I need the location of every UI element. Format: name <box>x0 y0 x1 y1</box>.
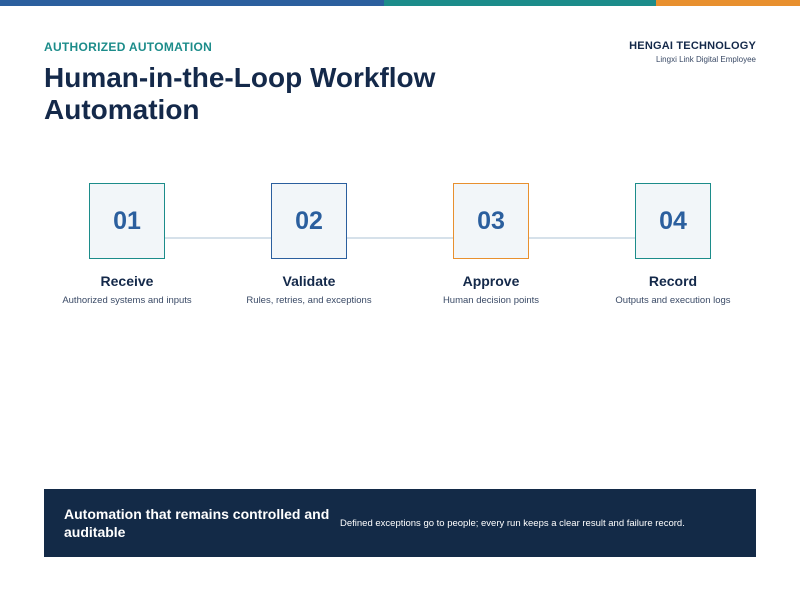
step-validate: 02 Validate Rules, retries, and exceptio… <box>219 183 399 306</box>
step-receive: 01 Receive Authorized systems and inputs <box>37 183 217 306</box>
step-number: 03 <box>477 206 505 235</box>
step-number: 04 <box>659 206 687 235</box>
brand-subtitle: Lingxi Link Digital Employee <box>655 55 756 64</box>
step-number: 01 <box>113 206 141 235</box>
step-number-box: 04 <box>635 183 711 259</box>
step-description: Outputs and execution logs <box>615 295 731 306</box>
step-title: Record <box>648 273 698 289</box>
step-title: Validate <box>282 273 336 289</box>
eyebrow-label: AUTHORIZED AUTOMATION <box>44 40 213 54</box>
top-accent-bar <box>0 0 800 6</box>
step-approve: 03 Approve Human decision points <box>401 183 581 306</box>
step-record: 04 Record Outputs and execution logs <box>583 183 763 306</box>
step-number-box: 01 <box>89 183 165 259</box>
accent-bar-teal <box>384 0 656 6</box>
accent-bar-blue <box>0 0 384 6</box>
step-number-box: 03 <box>453 183 529 259</box>
accent-bar-orange <box>656 0 800 6</box>
step-title: Approve <box>462 273 520 289</box>
step-number: 02 <box>295 206 323 235</box>
banner-text: Defined exceptions go to people; every r… <box>340 517 685 529</box>
step-description: Human decision points <box>442 295 540 306</box>
page-title: Human-in-the-Loop Workflow Automation <box>44 62 436 125</box>
brand-name: HENGAI TECHNOLOGY <box>629 40 756 52</box>
step-title: Receive <box>100 273 154 289</box>
step-description: Rules, retries, and exceptions <box>246 295 372 306</box>
banner-heading: Automation that remains controlled and a… <box>64 506 330 540</box>
step-number-box: 02 <box>271 183 347 259</box>
step-description: Authorized systems and inputs <box>62 295 192 306</box>
brand-block: HENGAI TECHNOLOGY Lingxi Link Digital Em… <box>629 40 756 64</box>
summary-banner: Automation that remains controlled and a… <box>44 489 756 557</box>
